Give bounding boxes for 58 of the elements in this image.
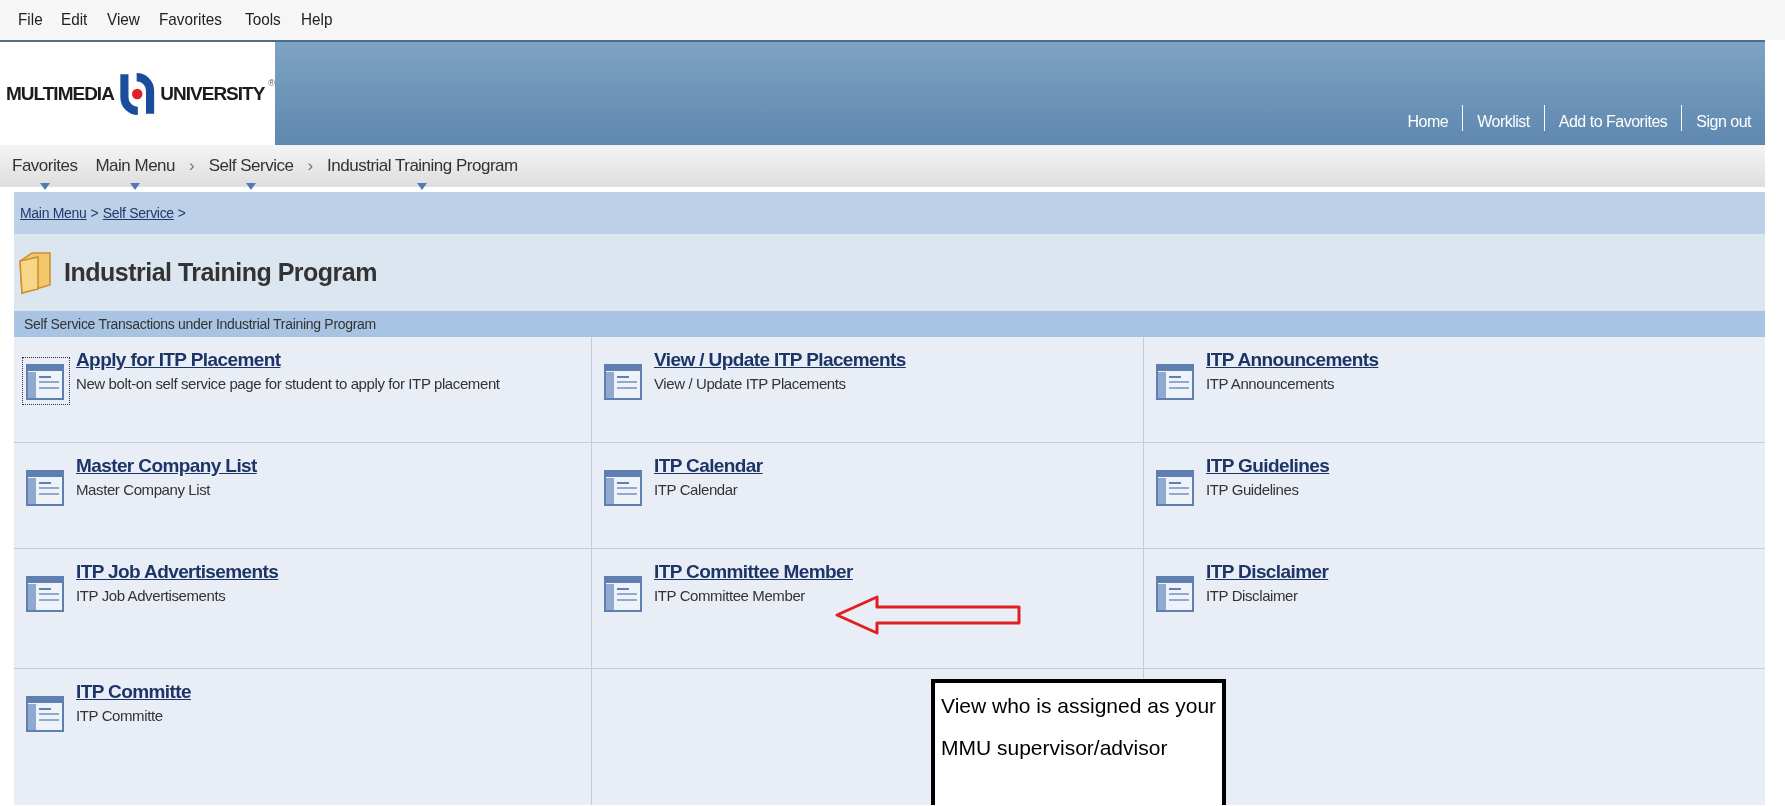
- page-icon: [604, 361, 644, 401]
- callout-text: View who is assigned as your: [941, 693, 1217, 719]
- tile-description: ITP Announcements: [1206, 375, 1335, 392]
- tile-link[interactable]: ITP Committe: [76, 681, 191, 703]
- page-icon: [26, 467, 66, 507]
- tile-description: View / Update ITP Placements: [654, 375, 847, 392]
- tile-link[interactable]: Master Company List: [76, 455, 257, 477]
- tile-link[interactable]: ITP Disclaimer: [1206, 561, 1329, 583]
- nav-menu[interactable]: Self Service: [204, 156, 298, 176]
- tile-description: ITP Calendar: [654, 481, 739, 498]
- tile-description: ITP Committee Member: [654, 587, 806, 604]
- folder-icon: [18, 250, 52, 295]
- menu-item[interactable]: Tools: [245, 10, 281, 30]
- tile-link[interactable]: ITP Announcements: [1206, 349, 1379, 371]
- page-icon: [604, 467, 644, 507]
- tile-description: ITP Committe: [76, 707, 164, 724]
- tile-description: ITP Disclaimer: [1206, 587, 1299, 604]
- nav-menu[interactable]: Main Menu: [91, 156, 180, 176]
- page-icon: [1156, 361, 1196, 401]
- tile-link[interactable]: View / Update ITP Placements: [654, 349, 906, 371]
- nav-separator: ›: [307, 156, 314, 176]
- caret-icon: [39, 183, 50, 190]
- tile-description: ITP Job Advertisements: [76, 587, 227, 604]
- breadcrumb-separator: >: [177, 205, 187, 221]
- tile-link[interactable]: Apply for ITP Placement: [76, 349, 500, 371]
- breadcrumb-separator: >: [90, 205, 99, 221]
- nav-menu[interactable]: Industrial Training Program: [323, 156, 522, 176]
- page-icon: [604, 573, 644, 613]
- nav-menu[interactable]: Favorites: [8, 156, 82, 176]
- caret-icon: [417, 183, 428, 190]
- nav-separator: ›: [189, 156, 195, 176]
- tile-link[interactable]: ITP Job Advertisements: [76, 561, 279, 583]
- tile-link[interactable]: ITP Guidelines: [1206, 455, 1330, 477]
- tile-link[interactable]: ITP Calendar: [654, 455, 763, 477]
- tile-link[interactable]: ITP Committee Member: [654, 561, 853, 583]
- menu-item[interactable]: Edit: [61, 10, 88, 30]
- logo-text: UNIVERSITY: [160, 82, 265, 105]
- caret-icon: [130, 183, 141, 190]
- page-icon: [1156, 467, 1196, 507]
- page-icon: [26, 693, 66, 733]
- breadcrumb-link[interactable]: Main Menu: [20, 205, 87, 221]
- breadcrumb-link[interactable]: Self Service: [102, 205, 174, 221]
- menu-item[interactable]: View: [106, 10, 140, 30]
- section-subheader: Self Service Transactions under Industrial Training Program: [14, 311, 1765, 337]
- page-title: Industrial Training Program: [64, 258, 377, 287]
- callout-text: MMU supervisor/advisor: [941, 735, 1168, 761]
- menu-item[interactable]: File: [18, 10, 43, 30]
- menu-item[interactable]: Help: [300, 10, 333, 30]
- page-icon: [1156, 573, 1196, 613]
- tile-description: Master Company List: [76, 481, 212, 498]
- page-icon: [26, 361, 66, 401]
- registered-mark: ®: [268, 78, 275, 88]
- tile-description: New bolt-on self service page for student to apply for ITP placement: [76, 375, 500, 392]
- caret-icon: [246, 183, 257, 190]
- menu-item[interactable]: Favorites: [159, 10, 223, 30]
- page-icon: [26, 573, 66, 613]
- tile-description: ITP Guidelines: [1206, 481, 1300, 498]
- logo-text: MULTIMEDIA: [6, 82, 114, 105]
